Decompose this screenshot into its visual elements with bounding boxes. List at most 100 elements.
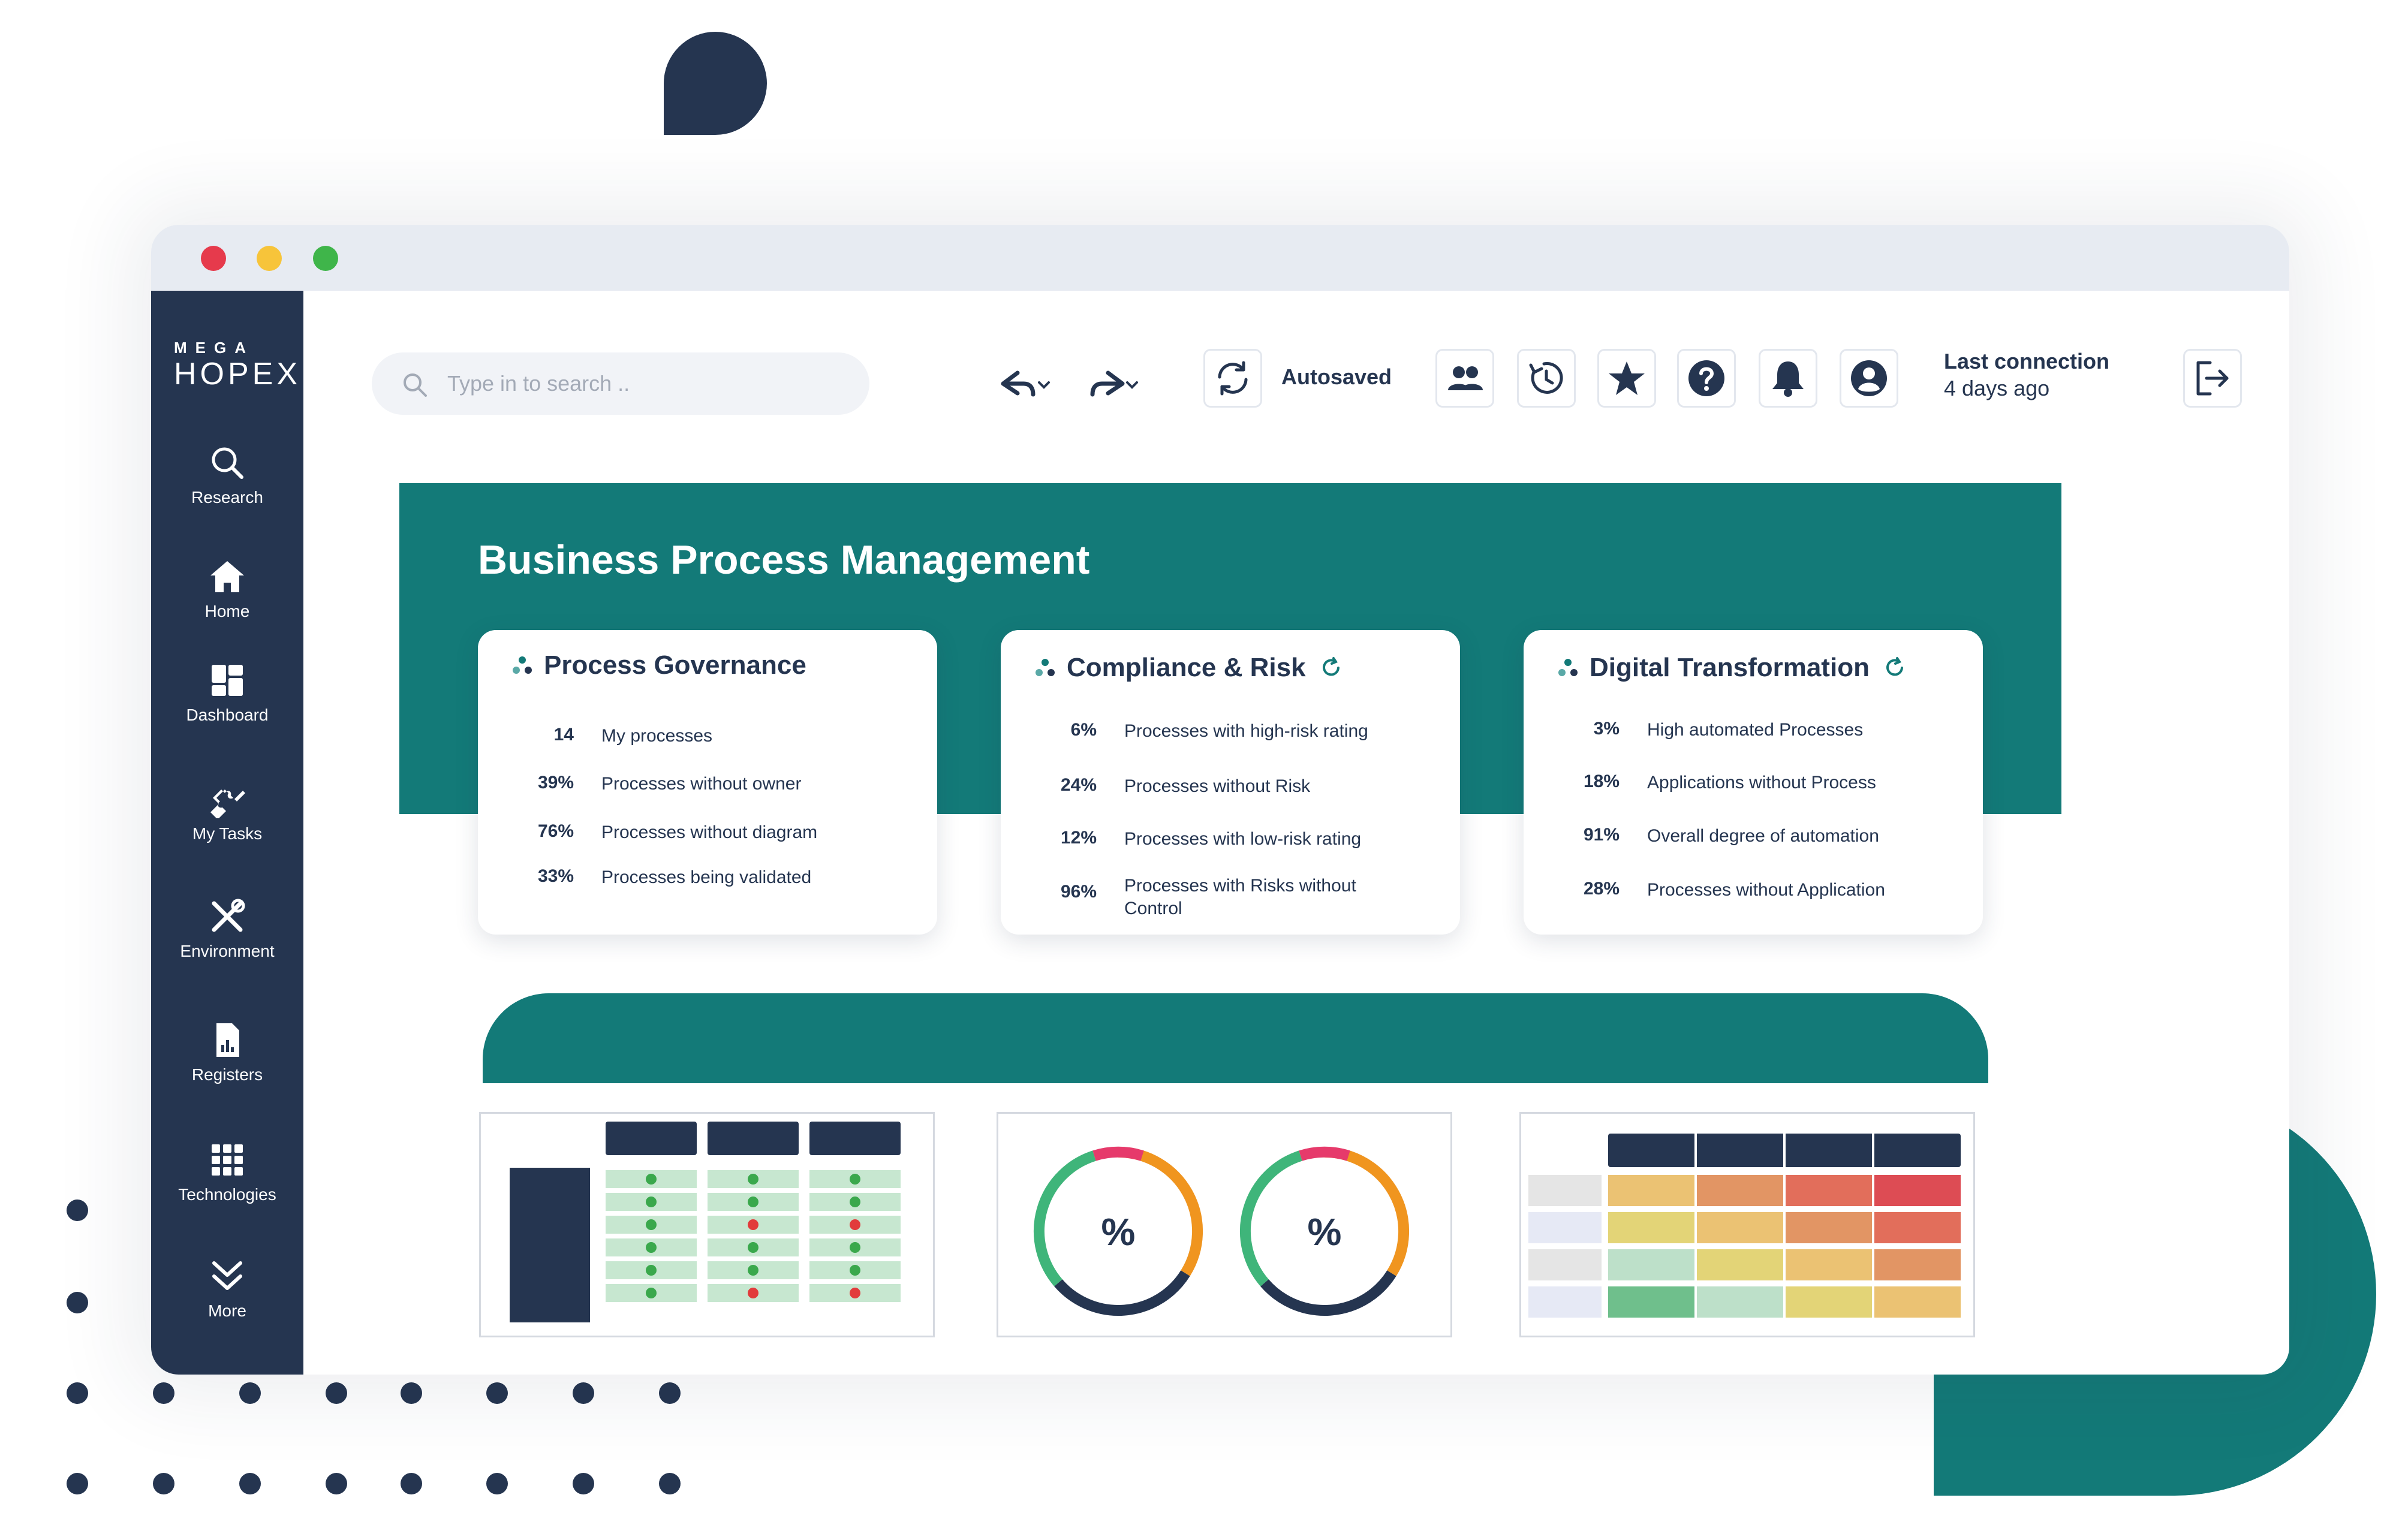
search-icon (404, 373, 427, 397)
decor-dot (153, 1473, 174, 1494)
undo-icon (1001, 370, 1050, 397)
heatmap-cell (1697, 1249, 1783, 1280)
notifications-button[interactable] (1759, 349, 1817, 408)
donut-percent-label: % (1101, 1210, 1136, 1253)
window-titlebar (151, 225, 2289, 291)
compliance-risk-card[interactable]: Compliance & Risk 6% Processes with high-… (1001, 630, 1460, 935)
close-window-button[interactable] (201, 246, 226, 271)
cross-status-icon (748, 1219, 758, 1230)
sidebar-item-registers[interactable]: Registers (151, 1021, 303, 1084)
heatmap-widget[interactable] (1519, 1112, 1975, 1337)
matrix-cell (809, 1238, 901, 1256)
metric-label: Applications without Process (1647, 773, 1876, 792)
help-button[interactable] (1677, 349, 1736, 408)
decor-dot (326, 1382, 347, 1404)
decor-dot (486, 1473, 508, 1494)
decor-dot (401, 1473, 422, 1494)
metric-value: 91% (1583, 825, 1620, 845)
matrix-row-header (510, 1168, 590, 1322)
brand-main-text: HOPEX (174, 357, 302, 391)
favorites-button[interactable] (1597, 349, 1656, 408)
autosave-sync-button[interactable] (1203, 349, 1262, 408)
metric-label: Overall degree of automation (1647, 826, 1879, 846)
metric-value: 14 (553, 725, 574, 745)
history-button[interactable] (1517, 349, 1576, 408)
card-header: Process Governance (511, 650, 806, 680)
digital-transformation-card[interactable]: Digital Transformation 3% High automated … (1524, 630, 1983, 935)
sidebar-item-my-tasks[interactable]: My Tasks (151, 780, 303, 843)
heatmap-cell (1697, 1175, 1783, 1206)
matrix-cell (708, 1193, 799, 1211)
search-input[interactable] (447, 366, 855, 402)
logout-button[interactable] (2183, 349, 2242, 408)
search-bar[interactable] (372, 352, 869, 415)
metric-label: Processes with high-risk rating (1124, 721, 1368, 741)
heatmap-cell (1874, 1286, 1961, 1318)
matrix-cell (708, 1238, 799, 1256)
matrix-cell (606, 1193, 697, 1211)
heatmap-cell (1786, 1249, 1872, 1280)
check-status-icon (748, 1242, 758, 1253)
process-governance-card[interactable]: Process Governance 14 My processes 39% Pro… (478, 630, 937, 935)
decor-dot (239, 1382, 261, 1404)
heatmap-cell (1608, 1286, 1694, 1318)
decor-dot (67, 1473, 88, 1494)
profile-button[interactable] (1840, 349, 1898, 408)
cluster-icon (1036, 659, 1055, 676)
matrix-column-header (606, 1122, 697, 1155)
metric-value: 96% (1060, 882, 1097, 902)
help-icon (1688, 360, 1724, 396)
metric-label: Processes with low-risk rating (1124, 829, 1362, 849)
decor-dot (659, 1473, 681, 1494)
metric-label: Processes without diagram (601, 822, 818, 842)
heatmap-column-header (1608, 1134, 1694, 1167)
refresh-icon[interactable] (1320, 657, 1342, 679)
heatmap-row-label-cell (1528, 1249, 1602, 1280)
puzzle-icon (210, 789, 245, 818)
cross-status-icon (850, 1288, 860, 1298)
undo-button[interactable] (994, 360, 1053, 408)
redo-icon (1090, 370, 1138, 397)
decor-dot (401, 1382, 422, 1404)
donut-widget[interactable]: % % (997, 1112, 1452, 1337)
matrix-cell (606, 1284, 697, 1302)
heatmap-cell (1697, 1212, 1783, 1243)
heatmap-cell (1874, 1249, 1961, 1280)
heatmap-cell (1786, 1286, 1872, 1318)
metric-label: High automated Processes (1647, 720, 1864, 740)
refresh-icon[interactable] (1884, 657, 1906, 679)
sidebar-item-environment[interactable]: Environment (151, 897, 303, 961)
heatmap-row-label-cell (1528, 1286, 1602, 1318)
brand-logo[interactable]: MEGA HOPEX (174, 339, 302, 391)
sidebar-item-label: My Tasks (192, 824, 263, 843)
sidebar-item-more[interactable]: More (151, 1257, 303, 1321)
heatmap-cell (1697, 1286, 1783, 1318)
metric-value: 76% (537, 821, 574, 841)
metric-value: 6% (1070, 720, 1097, 740)
redo-button[interactable] (1082, 360, 1142, 408)
bell-icon (1772, 361, 1804, 397)
decor-dot (67, 1200, 88, 1221)
cross-status-icon (850, 1219, 860, 1230)
sidebar-item-technologies[interactable]: Technologies (151, 1141, 303, 1204)
users-button[interactable] (1435, 349, 1494, 408)
matrix-cell (606, 1238, 697, 1256)
sidebar-item-label: Registers (191, 1065, 263, 1084)
last-connection-title: Last connection (1944, 349, 2110, 373)
sidebar-item-label: More (208, 1301, 246, 1320)
decor-dot (573, 1473, 594, 1494)
star-icon (1609, 361, 1645, 395)
sidebar-item-research[interactable]: Research (151, 444, 303, 507)
check-status-icon (850, 1197, 860, 1207)
decor-dot (239, 1473, 261, 1494)
sidebar-item-dashboard[interactable]: Dashboard (151, 661, 303, 725)
matrix-column-header (809, 1122, 901, 1155)
decor-dot (326, 1473, 347, 1494)
sidebar-item-home[interactable]: Home (151, 557, 303, 621)
matrix-cell (809, 1193, 901, 1211)
sidebar-item-label: Dashboard (186, 706, 269, 724)
minimize-window-button[interactable] (257, 246, 282, 271)
heatmap-cell (1786, 1175, 1872, 1206)
matrix-widget[interactable] (479, 1112, 935, 1337)
maximize-window-button[interactable] (313, 246, 338, 271)
